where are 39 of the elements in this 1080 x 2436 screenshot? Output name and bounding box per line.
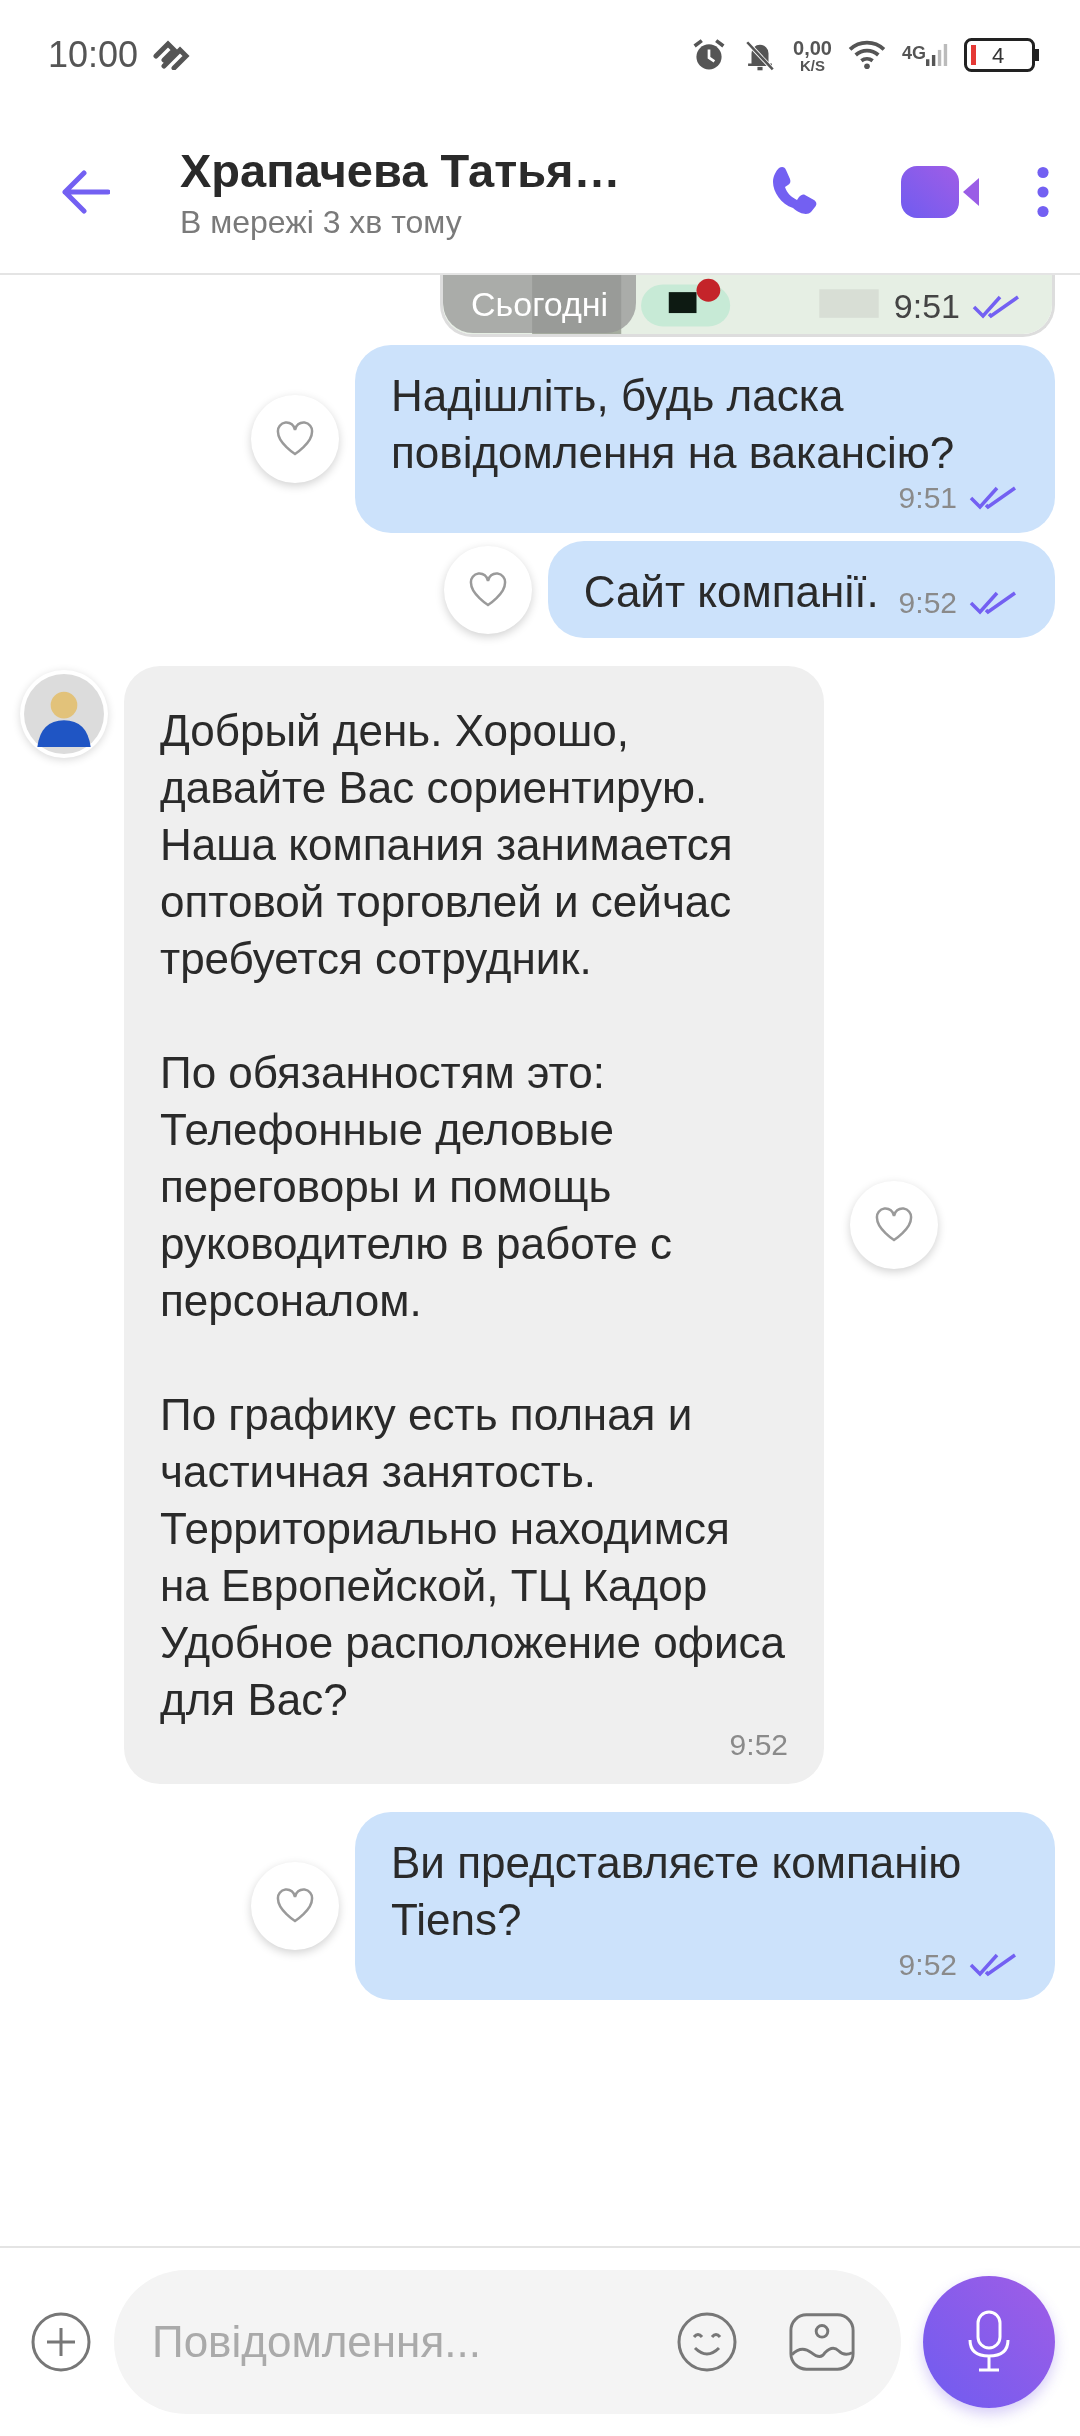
wifi-icon xyxy=(848,39,886,71)
signal-icon xyxy=(926,43,948,67)
avatar[interactable] xyxy=(20,670,108,758)
like-button[interactable] xyxy=(850,1181,938,1269)
contact-name[interactable]: Храпачева Татья… xyxy=(180,142,765,198)
back-button[interactable] xyxy=(60,169,110,214)
message-text: Сайт компанії. xyxy=(583,566,879,618)
heart-icon xyxy=(467,571,508,608)
message-time: 9:51 xyxy=(893,287,960,326)
gallery-icon[interactable] xyxy=(788,2311,856,2373)
network-type: 4G xyxy=(902,43,926,64)
message-text: Надішліть, будь ласка повідомлення на вакансію? xyxy=(391,370,956,479)
video-camera-icon[interactable] xyxy=(901,163,981,220)
message-input[interactable]: Повідомлення... xyxy=(150,2316,626,2368)
network-speed-unit: K/S xyxy=(800,57,825,73)
message-time: 9:52 xyxy=(729,1728,788,1762)
heart-icon xyxy=(275,1888,315,1924)
message-time: 9:51 xyxy=(898,481,957,515)
like-button[interactable] xyxy=(443,545,532,634)
voice-message-button[interactable] xyxy=(923,2276,1055,2408)
battery-level: 4 xyxy=(992,43,1005,69)
microphone-icon xyxy=(967,2310,1011,2374)
message-text: Добрый день. Хорошо, давайте Вас сориентирую. Наша компания занимается оптовой торговлей и сейчас требуется сотрудник. По обязанностям это: Телефонные деловые переговоры и помощь руководителю в работе с персоналом. По графику есть полная и частичная занятость. Территориально находимся на Европейской, ТЦ Кадор Удобное расположение офиса для Вас? xyxy=(160,705,786,1726)
more-options-icon[interactable] xyxy=(1036,165,1050,218)
heart-icon xyxy=(874,1207,914,1243)
clock: 10:00 xyxy=(48,34,139,76)
heart-icon xyxy=(275,421,315,457)
network-speed: 0,00 xyxy=(793,37,832,58)
like-button[interactable] xyxy=(251,395,339,483)
battery-icon xyxy=(964,38,1040,72)
message-time: 9:52 xyxy=(898,1948,957,1982)
add-icon[interactable] xyxy=(30,2311,92,2373)
last-seen: В мережі 3 хв тому xyxy=(180,203,463,241)
message-time: 9:52 xyxy=(898,586,957,620)
like-button[interactable] xyxy=(251,1862,339,1950)
image-message[interactable]: Сьогодні 9:51 xyxy=(440,275,1055,337)
message-text: Ви представляєте компанію Tiens? xyxy=(391,1837,963,1946)
smiley-icon[interactable] xyxy=(676,2311,738,2373)
date-label: Сьогодні xyxy=(443,275,637,333)
